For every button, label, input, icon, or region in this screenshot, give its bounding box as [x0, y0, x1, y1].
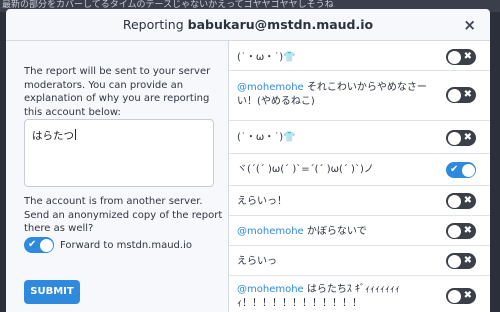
x-icon: ✖: [463, 225, 472, 236]
status-row: (˙・ω・˙)👕 ✖: [229, 121, 490, 154]
status-body: (˙・ω・˙)👕: [237, 132, 296, 143]
forward-toggle[interactable]: ✔: [24, 237, 54, 253]
check-icon: ✔: [450, 164, 459, 175]
status-body: (˙・ω・˙)👕: [237, 52, 296, 63]
toggle-knob: [461, 163, 475, 177]
report-comment-textarea[interactable]: はらたつ: [24, 119, 214, 187]
status-mention-link[interactable]: @mohemohe: [237, 82, 304, 93]
status-body: えらいっ！: [237, 196, 287, 207]
status-list: (˙・ω・˙)👕 ✖ @mohemohe それこわいからやめなさーい！(やめるねこ)…: [228, 41, 490, 312]
anonymize-prompt-text: The account is from another server. Send…: [24, 196, 223, 234]
status-row: @mohemohe それこわいからやめなさーい！(やめるねこ) ✖: [229, 71, 490, 121]
report-modal: Reporting babukaru@mstdn.maud.io × The r…: [6, 9, 490, 312]
toggle-knob: [447, 224, 461, 238]
toggle-knob: [447, 254, 461, 268]
toggle-knob: [447, 131, 461, 145]
status-select-toggle[interactable]: ✔: [446, 162, 476, 178]
toggle-knob: [447, 289, 461, 303]
forward-option: ✔ Forward to mstdn.maud.io: [24, 237, 192, 253]
status-body: えらいっ: [237, 256, 277, 267]
status-row: ヾ(ˊ(ˊ )ω(ˊ )ˋ=ˊ(ˊ )ω(ˊ )ˋ)ノ ✔: [229, 154, 490, 186]
close-icon[interactable]: ×: [463, 16, 476, 34]
status-body: ヾ(ˊ(ˊ )ω(ˊ )ˋ=ˊ(ˊ )ω(ˊ )ˋ)ノ: [237, 164, 374, 175]
report-comment-value: はらたつ: [32, 130, 74, 142]
toggle-knob: [447, 194, 461, 208]
reported-account: babukaru@mstdn.maud.io: [187, 17, 374, 32]
status-text: (˙・ω・˙)👕: [237, 131, 437, 145]
report-intro-text: The report will be sent to your server m…: [24, 66, 211, 118]
status-select-toggle[interactable]: ✖: [446, 87, 476, 103]
status-body: かぼらないで: [303, 226, 367, 237]
forward-label: Forward to mstdn.maud.io: [60, 239, 192, 251]
status-select-toggle[interactable]: ✖: [446, 223, 476, 239]
status-text: えらいっ！: [237, 195, 437, 209]
text-caret: [75, 129, 76, 140]
status-row: えらいっ！ ✖: [229, 186, 490, 216]
status-row: @mohemohe かぼらないで ✖: [229, 216, 490, 246]
status-text: @mohemohe かぼらないで: [237, 225, 437, 239]
status-mention-link[interactable]: @mohemohe: [237, 284, 304, 295]
status-text: (˙・ω・˙)👕: [237, 51, 437, 65]
modal-title-prefix: Reporting: [122, 17, 184, 32]
report-form: The report will be sent to your server m…: [6, 41, 228, 312]
check-icon: ✔: [28, 239, 37, 250]
x-icon: ✖: [463, 255, 472, 266]
status-row: えらいっ ✖: [229, 246, 490, 276]
submit-button[interactable]: SUBMIT: [24, 280, 80, 304]
x-icon: ✖: [463, 89, 472, 100]
status-mention-link[interactable]: @mohemohe: [237, 226, 304, 237]
status-row: (˙・ω・˙)👕 ✖: [229, 41, 490, 71]
toggle-knob: [447, 50, 461, 64]
status-text: @mohemohe はらたちｽ ｷﾞｨｨｨｨｨｨｨｨ！！！！！！！！！！！！: [237, 283, 437, 310]
status-select-toggle[interactable]: ✖: [446, 49, 476, 65]
status-text: えらいっ: [237, 255, 437, 269]
status-select-toggle[interactable]: ✖: [446, 288, 476, 304]
x-icon: ✖: [463, 132, 472, 143]
status-text: ヾ(ˊ(ˊ )ω(ˊ )ˋ=ˊ(ˊ )ω(ˊ )ˋ)ノ: [237, 163, 437, 177]
status-select-toggle[interactable]: ✖: [446, 130, 476, 146]
modal-title: Reporting babukaru@mstdn.maud.io: [6, 17, 490, 32]
status-row: @mohemohe はらたちｽ ｷﾞｨｨｨｨｨｨｨｨ！！！！！！！！！！！！ ✖: [229, 276, 490, 312]
x-icon: ✖: [463, 51, 472, 62]
status-select-toggle[interactable]: ✖: [446, 193, 476, 209]
status-text: @mohemohe それこわいからやめなさーい！(やめるねこ): [237, 81, 437, 108]
x-icon: ✖: [463, 195, 472, 206]
x-icon: ✖: [463, 290, 472, 301]
modal-header: Reporting babukaru@mstdn.maud.io ×: [6, 9, 490, 41]
toggle-knob: [39, 238, 53, 252]
toggle-knob: [447, 88, 461, 102]
status-select-toggle[interactable]: ✖: [446, 253, 476, 269]
